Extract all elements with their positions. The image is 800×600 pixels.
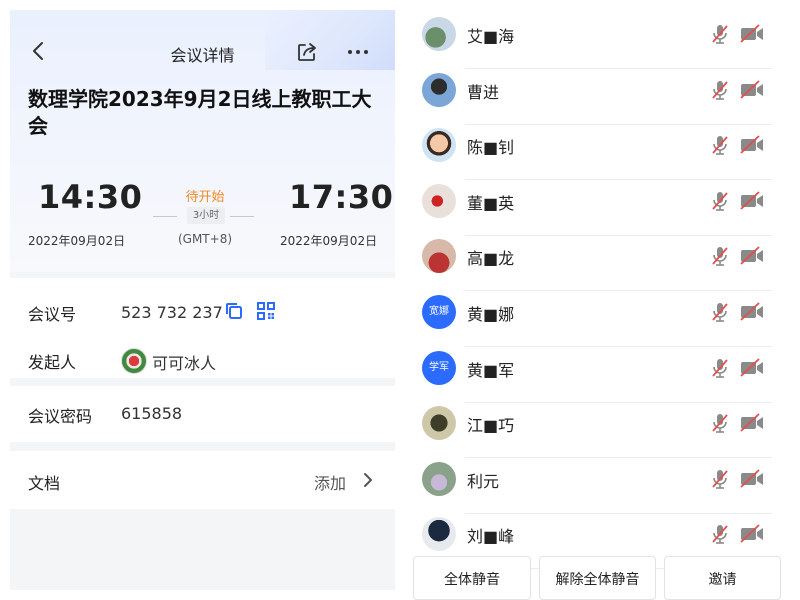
- share-icon[interactable]: [296, 41, 318, 63]
- camera-off-icon[interactable]: [739, 246, 765, 266]
- qr-code-icon[interactable]: [257, 302, 275, 320]
- chevron-right-icon: [364, 473, 372, 487]
- participant-name: 江■巧: [467, 416, 515, 436]
- duration-line-right: [230, 216, 254, 217]
- camera-off-icon[interactable]: [739, 357, 765, 378]
- avatar: [422, 17, 456, 51]
- host-label: 发起人: [28, 353, 77, 372]
- mic-muted-icon[interactable]: [710, 468, 730, 490]
- mute-all-button[interactable]: 全体静音: [413, 556, 531, 600]
- nav-bar: 会议详情: [10, 30, 395, 74]
- participant-row[interactable]: 宽娜 黄■娜: [405, 291, 790, 347]
- password-value[interactable]: 615858: [121, 404, 182, 423]
- camera-off-icon[interactable]: [739, 302, 765, 322]
- add-document-link[interactable]: 添加: [314, 470, 346, 494]
- meeting-id-label: 会议号: [28, 305, 77, 324]
- participant-name: 利元: [467, 471, 500, 491]
- participant-name: 陈■钊: [467, 138, 515, 158]
- avatar: 学军: [422, 350, 456, 385]
- participant-name: 艾■海: [467, 27, 515, 46]
- invite-button[interactable]: 邀请: [664, 556, 781, 600]
- copy-icon[interactable]: [225, 302, 243, 320]
- participant-name: 董■英: [467, 193, 515, 213]
- meeting-info-card: 会议号 523 732 237 发起人 可可冰人: [10, 278, 395, 378]
- end-date: 2022年09月02日: [280, 234, 378, 248]
- camera-off-icon[interactable]: [739, 24, 765, 44]
- meeting-title: 数理学院2023年9月2日线上教职工大会: [28, 87, 372, 138]
- participant-name: 黄■军: [467, 360, 515, 380]
- password-card: 会议密码 615858: [10, 386, 395, 442]
- camera-off-icon[interactable]: [739, 191, 765, 211]
- avatar: [422, 128, 456, 163]
- participant-row[interactable]: 江■巧: [405, 402, 790, 459]
- avatar: [422, 406, 456, 441]
- documents-row[interactable]: 文档 添加: [10, 451, 395, 509]
- participant-name: 曹进: [467, 82, 500, 102]
- password-label: 会议密码: [28, 407, 93, 426]
- camera-off-icon[interactable]: [739, 79, 765, 100]
- end-time: 17:30: [289, 178, 394, 216]
- participant-name: 高■龙: [467, 249, 515, 269]
- status-badge: 待开始: [185, 190, 225, 205]
- avatar: [422, 517, 456, 552]
- mic-muted-icon[interactable]: [710, 523, 730, 545]
- host-avatar: [121, 348, 147, 374]
- mic-muted-icon[interactable]: [710, 23, 730, 45]
- mic-muted-icon[interactable]: [710, 357, 730, 379]
- meeting-header-area: 会议详情 数理学院2023年9月2日线上教职工大会 14:30 待开始 3小时 …: [10, 10, 395, 272]
- participant-name: 黄■娜: [467, 305, 515, 324]
- page-title: 会议详情: [170, 46, 235, 65]
- mic-muted-icon[interactable]: [710, 190, 730, 212]
- timezone: (GMT+8): [177, 232, 233, 246]
- documents-label: 文档: [28, 474, 61, 493]
- camera-off-icon[interactable]: [739, 135, 765, 155]
- avatar: 宽娜: [422, 295, 456, 329]
- participant-row[interactable]: 利元: [405, 458, 790, 514]
- participant-row[interactable]: 学军 黄■军: [405, 347, 790, 403]
- camera-off-icon[interactable]: [739, 524, 765, 544]
- mic-muted-icon[interactable]: [710, 301, 730, 323]
- meeting-id-value[interactable]: 523 732 237: [121, 303, 223, 322]
- duration-badge: 3小时: [187, 207, 225, 224]
- avatar: [422, 461, 456, 496]
- avatar: [422, 239, 456, 274]
- mic-muted-icon[interactable]: [710, 245, 730, 267]
- participants-panel: 艾■海 曹进 陈■钊 董■英 高■龙 宽娜 黄■娜 学军 黄■军 江■巧 利元 刘■峰 全体静音 解除…: [405, 10, 790, 600]
- participant-row[interactable]: 高■龙: [405, 235, 790, 292]
- host-name: 可可冰人: [152, 354, 217, 373]
- duration-line-left: [153, 216, 177, 217]
- participant-row[interactable]: 陈■钊: [405, 124, 790, 181]
- avatar: [422, 183, 456, 218]
- participant-row[interactable]: 董■英: [405, 180, 790, 236]
- mic-muted-icon[interactable]: [710, 134, 730, 156]
- start-date: 2022年09月02日: [28, 234, 126, 248]
- mic-muted-icon[interactable]: [710, 79, 730, 101]
- participant-row[interactable]: 曹进: [405, 69, 790, 125]
- unmute-all-button[interactable]: 解除全体静音: [539, 556, 656, 600]
- start-time: 14:30: [38, 178, 143, 216]
- camera-off-icon[interactable]: [739, 413, 765, 433]
- participant-actions-bar: 全体静音 解除全体静音 邀请: [405, 556, 790, 600]
- participant-row[interactable]: 艾■海: [405, 13, 790, 69]
- participant-name: 刘■峰: [467, 527, 515, 547]
- meeting-details-panel: 会议详情 数理学院2023年9月2日线上教职工大会 14:30 待开始 3小时 …: [10, 10, 395, 590]
- avatar: [422, 72, 456, 107]
- more-options-icon[interactable]: [346, 41, 370, 63]
- mic-muted-icon[interactable]: [710, 412, 730, 434]
- camera-off-icon[interactable]: [739, 469, 765, 489]
